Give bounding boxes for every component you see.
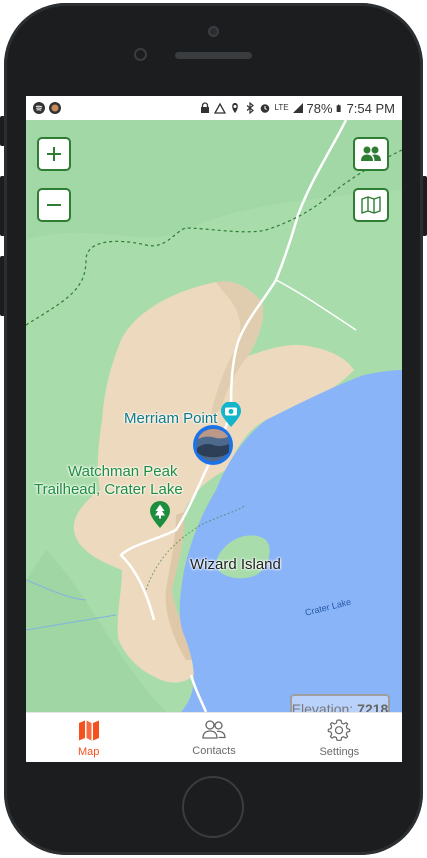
zoom-out-button[interactable] [37, 188, 71, 222]
map-icon [361, 196, 381, 214]
status-bar: LTE 78% 7:54 PM [26, 96, 402, 120]
tab-settings-label: Settings [319, 746, 360, 758]
watchman-peak-label-line1: Watchman Peak [68, 463, 178, 480]
tab-map-label: Map [77, 746, 100, 758]
watchman-peak-label-line2: Trailhead, Crater Lake [34, 481, 183, 498]
bluetooth-icon [247, 102, 255, 114]
trailhead-pin-icon[interactable] [149, 501, 171, 529]
earpiece-speaker [175, 52, 252, 59]
tab-contacts[interactable]: Contacts [151, 713, 276, 762]
location-icon [232, 103, 239, 113]
minus-icon [47, 204, 61, 206]
zoom-in-button[interactable] [37, 137, 71, 171]
proximity-sensor [134, 48, 147, 61]
battery-icon [336, 104, 341, 112]
plus-icon [47, 147, 61, 161]
contacts-toggle-button[interactable] [353, 137, 389, 171]
home-button[interactable] [182, 776, 244, 838]
map-view[interactable]: Merriam Point Watchman Peak Trailhead, C… [26, 120, 402, 724]
tab-map[interactable]: Map [26, 713, 151, 762]
tab-settings[interactable]: Settings [277, 713, 402, 762]
network-type: LTE [274, 103, 289, 112]
wizard-island-label: Wizard Island [190, 556, 281, 573]
alarm-icon [261, 104, 270, 113]
spotify-icon [33, 102, 45, 114]
vpn-icon [214, 102, 227, 114]
bottom-tab-bar: Map Contacts Settings [26, 712, 402, 762]
front-camera [208, 26, 219, 37]
lock-icon [201, 102, 210, 113]
clock: 7:54 PM [346, 100, 395, 116]
signal-icon [292, 103, 303, 113]
avatar-icon [49, 102, 61, 114]
app-screen: LTE 78% 7:54 PM Merriam Point Watchman P… [26, 96, 402, 762]
map-layers-button[interactable] [353, 188, 389, 222]
people-icon [361, 146, 381, 161]
battery-percent: 78% [306, 100, 333, 116]
contacts-icon [202, 720, 226, 739]
user-location-photo[interactable] [192, 424, 234, 466]
tab-contacts-label: Contacts [192, 745, 236, 757]
gear-icon [328, 719, 351, 741]
map-icon [78, 720, 99, 741]
